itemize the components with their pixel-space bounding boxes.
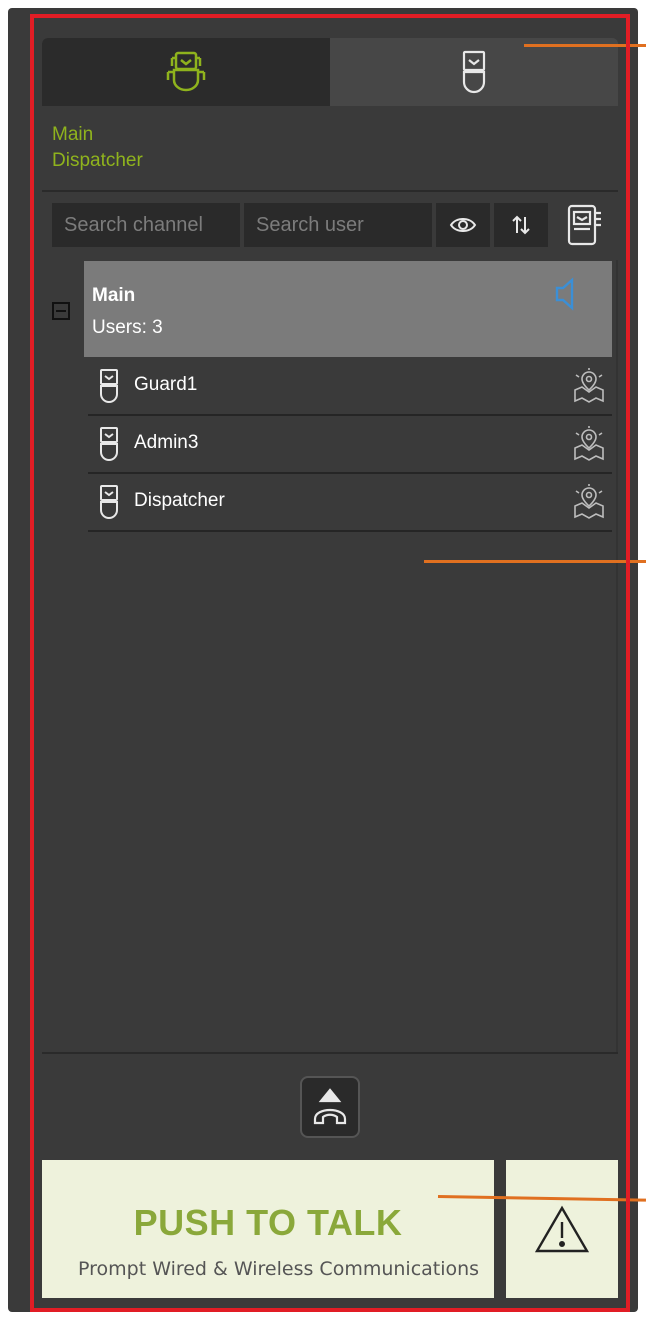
search-bar	[52, 203, 612, 247]
push-to-talk-label: PUSH TO TALK	[133, 1202, 403, 1243]
callout-line	[524, 44, 646, 47]
map-location-icon[interactable]	[572, 426, 606, 462]
channel-name: Main	[92, 285, 136, 306]
search-channel-input[interactable]	[52, 203, 240, 247]
map-location-icon[interactable]	[572, 368, 606, 404]
group-radio-icon	[166, 51, 206, 92]
radio-device-icon	[100, 485, 118, 519]
radio-device-icon	[100, 369, 118, 403]
current-selection: Main Dispatcher	[52, 122, 352, 174]
channel-row-main[interactable]: Main Users: 3	[84, 261, 612, 357]
channel-user-count: Users: 3	[92, 317, 163, 338]
handset-up-icon	[313, 1088, 347, 1125]
selection-user: Dispatcher	[52, 150, 143, 171]
divider	[42, 1052, 618, 1054]
sort-button[interactable]	[494, 203, 548, 247]
eye-icon	[449, 218, 477, 232]
collapse-toggle[interactable]	[52, 302, 70, 325]
list-border	[616, 260, 618, 1054]
map-location-icon[interactable]	[572, 484, 606, 520]
tab-users[interactable]	[330, 38, 618, 106]
search-user-input[interactable]	[244, 203, 432, 247]
collapse-minus-icon	[52, 302, 70, 320]
radio-device-icon	[100, 427, 118, 461]
user-row[interactable]: Guard1	[88, 358, 612, 416]
radio-device-icon	[462, 50, 486, 94]
divider	[42, 190, 618, 192]
user-row[interactable]: Admin3	[88, 416, 612, 474]
speaker-icon	[555, 277, 574, 311]
user-row[interactable]: Dispatcher	[88, 474, 612, 532]
user-name: Dispatcher	[134, 490, 225, 511]
device-settings-icon	[567, 204, 601, 246]
callout-line	[424, 560, 646, 563]
warning-icon	[534, 1205, 590, 1253]
tab-bar	[42, 38, 618, 106]
selection-channel: Main	[52, 124, 94, 145]
tab-channels[interactable]	[42, 38, 330, 106]
caption-text: Prompt Wired & Wireless Communications	[78, 1258, 480, 1280]
user-name: Admin3	[134, 432, 199, 453]
device-settings-button[interactable]	[560, 203, 610, 247]
visibility-toggle-button[interactable]	[436, 203, 490, 247]
emergency-alert-button[interactable]	[506, 1160, 618, 1298]
handset-button[interactable]	[300, 1076, 360, 1138]
user-name: Guard1	[134, 374, 198, 395]
sort-icon	[512, 215, 530, 235]
